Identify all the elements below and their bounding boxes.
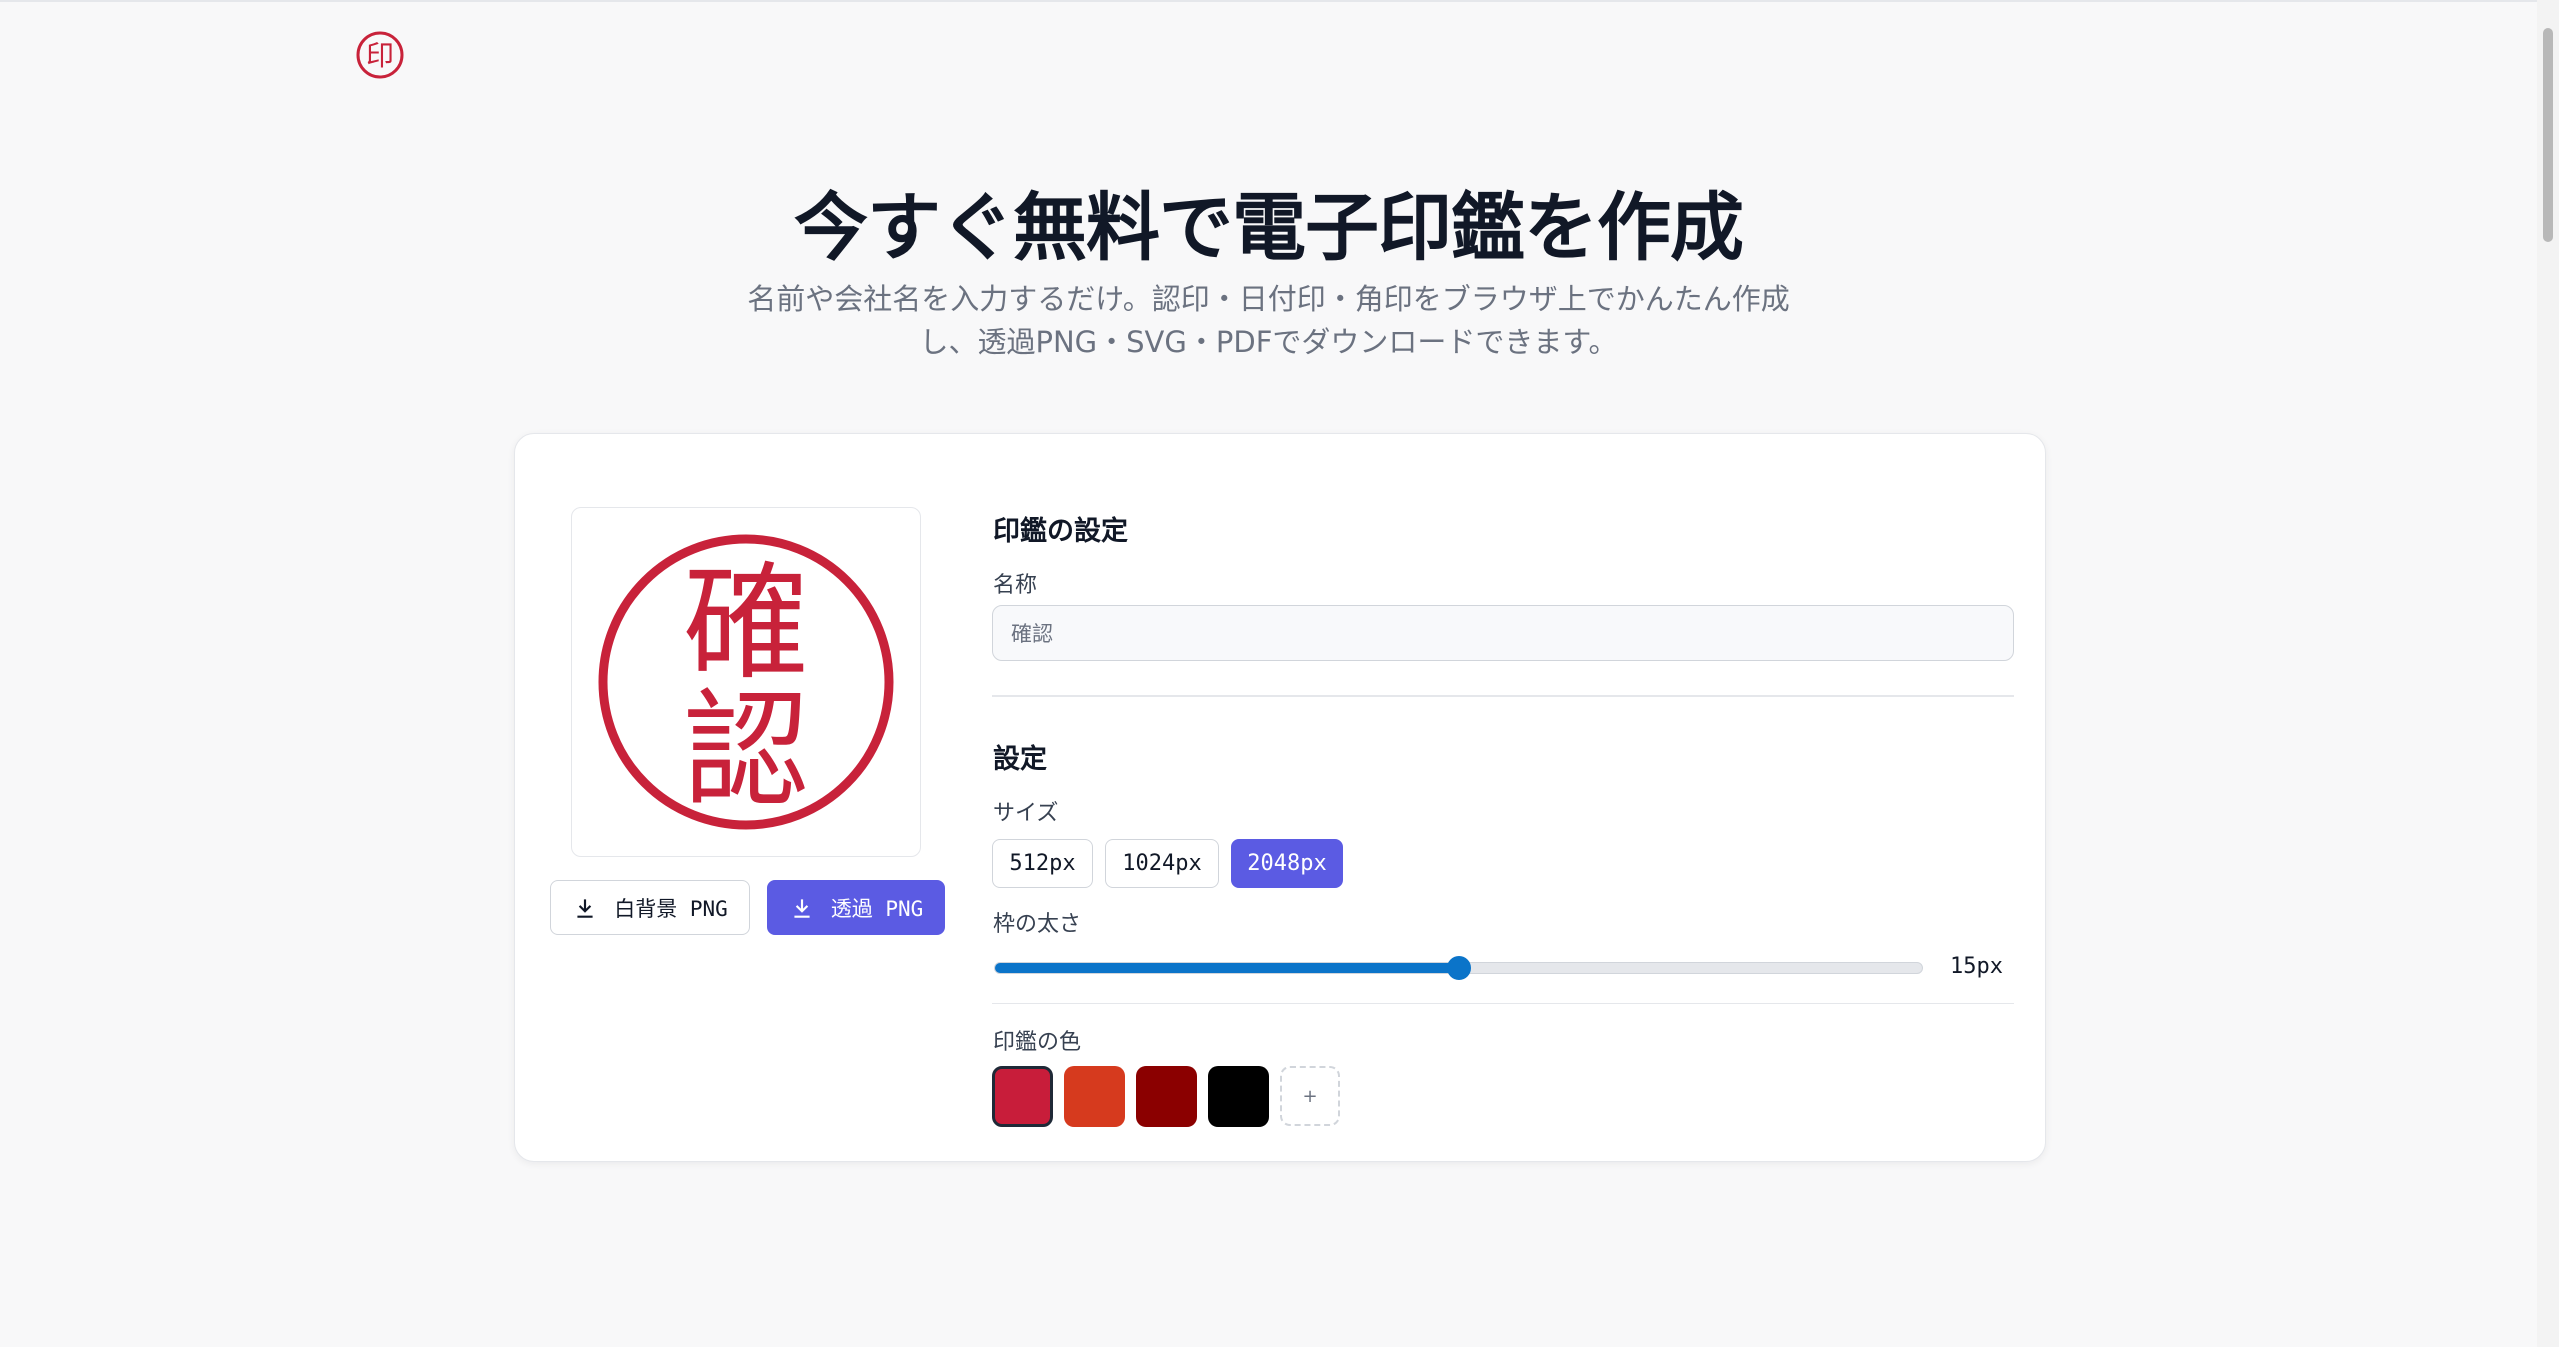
download-transparent-png-button[interactable]: 透過 PNG	[767, 880, 945, 935]
download-icon	[577, 898, 593, 918]
stamp-char-1: 確	[683, 550, 809, 697]
border-width-value: 15px	[1950, 954, 2003, 979]
stamp-preview: 確 認	[571, 507, 921, 857]
color-divider	[992, 1003, 2014, 1004]
name-input[interactable]	[992, 605, 2014, 661]
stamp-settings-title: 印鑑の設定	[993, 516, 1128, 547]
border-width-label: 枠の太さ	[993, 912, 1082, 937]
stamp-preview-svg: 確 認	[598, 534, 894, 830]
size-1024-button[interactable]: 1024px	[1105, 839, 1219, 888]
size-label: サイズ	[993, 801, 1059, 826]
name-label: 名称	[993, 573, 1038, 598]
settings-divider	[992, 695, 2014, 697]
page-scrollbar[interactable]	[2537, 0, 2559, 1347]
border-width-slider-fill	[995, 963, 1459, 973]
border-width-slider-thumb[interactable]	[1446, 956, 1471, 980]
hero: 今すぐ無料で電子印鑑を作成 名前や会社名を入力するだけ。認印・日付印・角印をブラ…	[0, 178, 2537, 364]
stamp-editor-card: 確 認 白背景 PNG 透過 PNG 印鑑の設定 名称 設定 サイズ 512px…	[514, 433, 2046, 1162]
size-2048-button[interactable]: 2048px	[1231, 839, 1343, 888]
hero-subtitle: 名前や会社名を入力するだけ。認印・日付印・角印をブラウザ上でかんたん作成し、透過…	[747, 282, 1790, 359]
add-color-button[interactable]: +	[1280, 1066, 1340, 1126]
color-swatch-orange-red[interactable]	[1064, 1066, 1125, 1127]
stamp-char-2: 認	[683, 677, 809, 824]
size-512-button[interactable]: 512px	[992, 839, 1093, 888]
download-transparent-label: 透過 PNG	[830, 896, 924, 921]
color-swatch-black[interactable]	[1208, 1066, 1269, 1127]
hero-title: 今すぐ無料で電子印鑑を作成	[794, 185, 1744, 271]
download-white-label: 白背景 PNG	[614, 896, 728, 921]
general-settings-title: 設定	[993, 744, 1047, 775]
download-white-png-button[interactable]: 白背景 PNG	[550, 880, 750, 935]
color-swatch-dark-red[interactable]	[1136, 1066, 1197, 1127]
stamp-color-label: 印鑑の色	[993, 1030, 1082, 1055]
logo-glyph: 印	[366, 39, 394, 72]
top-border	[0, 0, 2559, 2]
color-swatch-crimson[interactable]	[992, 1066, 1053, 1127]
download-icon	[794, 898, 810, 918]
hanko-logo-icon[interactable]: 印	[355, 30, 405, 80]
scrollbar-thumb[interactable]	[2543, 28, 2553, 242]
